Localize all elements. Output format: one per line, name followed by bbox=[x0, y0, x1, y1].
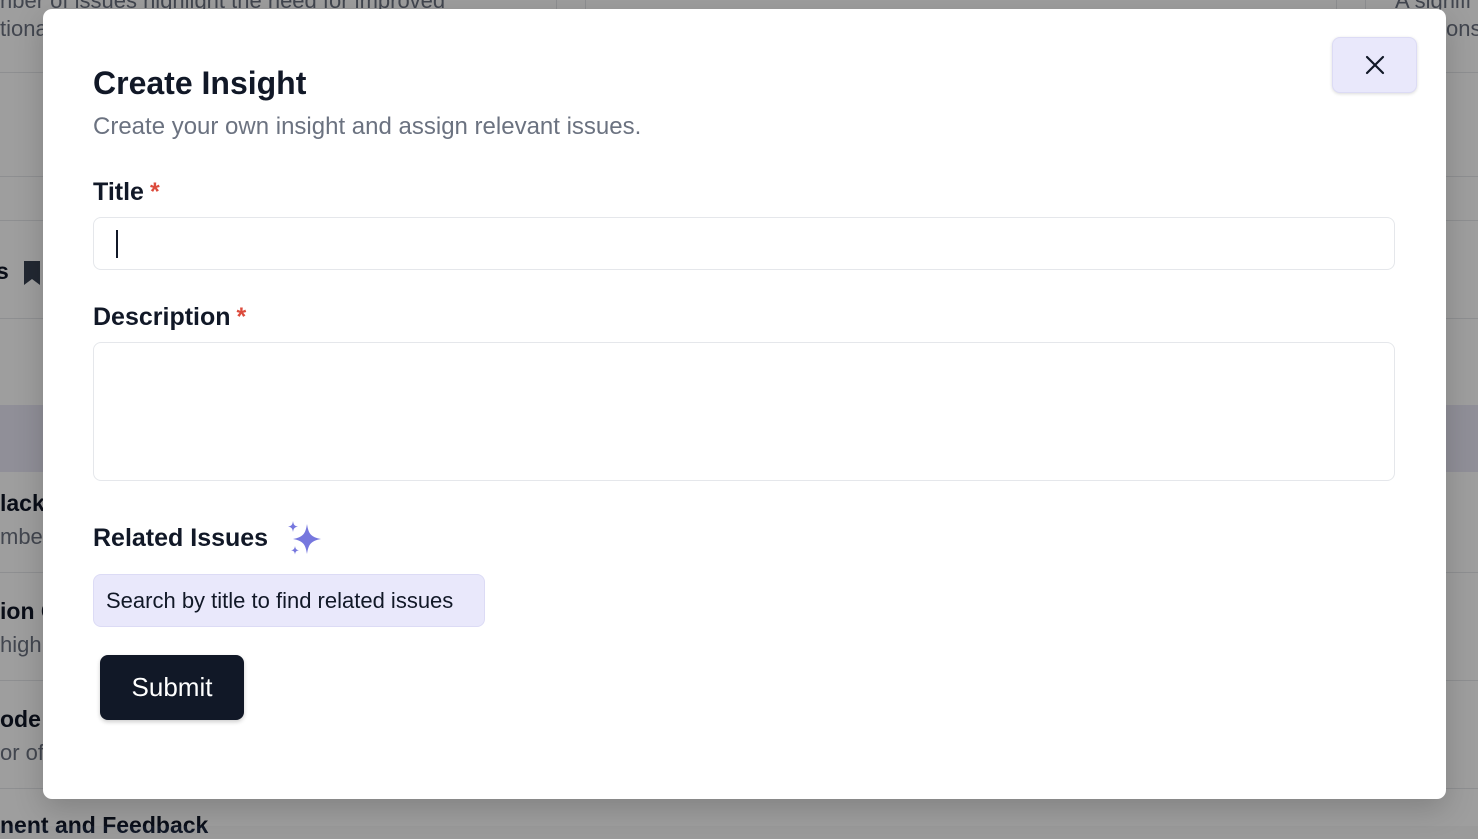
close-icon bbox=[1365, 55, 1384, 75]
create-insight-dialog: Create Insight Create your own insight a… bbox=[43, 9, 1446, 799]
dialog-subtitle: Create your own insight and assign relev… bbox=[93, 113, 642, 140]
dialog-title: Create Insight bbox=[93, 65, 307, 101]
description-label: Description * bbox=[93, 302, 246, 332]
required-marker: * bbox=[149, 178, 160, 206]
sparkle-icon bbox=[288, 521, 321, 555]
related-issues-label: Related Issues bbox=[93, 524, 269, 552]
related-issues-search-button[interactable]: Search by title to find related issues bbox=[93, 574, 485, 627]
description-textarea[interactable] bbox=[93, 342, 1395, 481]
title-label: Title * bbox=[93, 177, 160, 207]
title-label-text: Title bbox=[93, 178, 144, 206]
text-caret bbox=[116, 230, 118, 258]
title-input[interactable] bbox=[93, 217, 1395, 270]
close-button[interactable] bbox=[1332, 37, 1417, 93]
required-marker: * bbox=[236, 303, 247, 331]
submit-button[interactable]: Submit bbox=[100, 655, 244, 720]
description-label-text: Description bbox=[93, 303, 231, 331]
